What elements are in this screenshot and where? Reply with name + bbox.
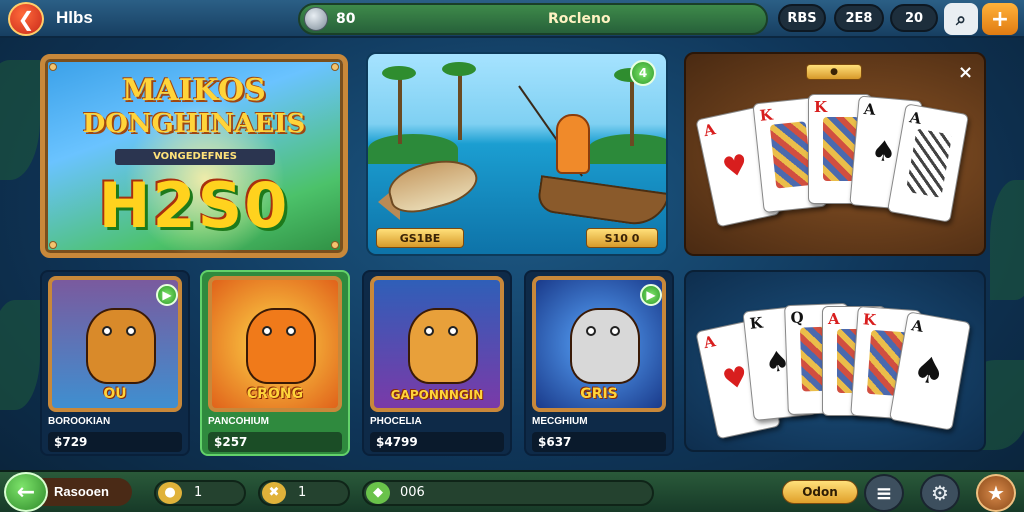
counter-value: 1 (194, 485, 203, 500)
wooden-boat (536, 175, 666, 229)
card-game-panel-bottom[interactable]: A ♥ K ♠ Q A K A ♠ (684, 270, 986, 452)
silver-coin-icon (304, 7, 328, 31)
game-tile-art-title: CRONG (246, 386, 304, 402)
fishing-game-panel[interactable]: 4 GS1BE S10 0 (366, 52, 668, 256)
play-badge-icon: ▶ (156, 284, 178, 306)
character-eye (424, 326, 434, 336)
card-game-panel-top[interactable]: ● × A ♥ K K A ♠ A (684, 52, 986, 256)
frame-nail (49, 241, 57, 249)
coin-stack-icon: ● (158, 482, 182, 504)
stat-pill-1[interactable]: RBS (778, 4, 826, 32)
game-tile-name: PANCOHIUM (208, 416, 269, 427)
game-tile-art-title: GAPONNNGIN (390, 388, 484, 402)
top-bar: ❮ Hlbs 80 Rocleno RBS 2E8 20 ⌕ + (0, 0, 1024, 38)
jungle-leaf-decoration (990, 180, 1024, 300)
back-arrow-icon[interactable]: ❮ (8, 2, 44, 36)
frame-nail (49, 63, 57, 71)
search-icon[interactable]: ⌕ (944, 3, 978, 35)
game-tile[interactable]: GAPONNNGIN PHOCELIA $4799 (362, 270, 512, 456)
game-tile[interactable]: ▶ GRIS MECGHIUM $637 (524, 270, 674, 456)
palm-trunk (630, 76, 634, 146)
fishing-tag-right[interactable]: S10 0 (586, 228, 658, 248)
game-character (246, 308, 316, 384)
game-tile-name: BOROOKIAN (48, 416, 111, 427)
game-tile-art: CRONG (208, 276, 342, 412)
play-badge-icon: ▶ (640, 284, 662, 306)
frame-nail (331, 63, 339, 71)
level-badge: 4 (630, 60, 656, 86)
equalizer-icon[interactable]: ≡ (864, 474, 904, 512)
character-eye (126, 326, 136, 336)
stat-pill-2[interactable]: 2E8 (834, 4, 884, 32)
character-eye (286, 326, 296, 336)
crossed-tools-icon: ✖ (262, 482, 286, 504)
palm-leaves (382, 66, 416, 80)
character-eye (448, 326, 458, 336)
featured-game-banner[interactable]: MAIKOS DONGHINAEIS VONGEDEFNES H2S0 (40, 54, 348, 258)
gold-action-button[interactable]: Odon (782, 480, 858, 504)
fisher-character (556, 114, 590, 174)
game-tile[interactable]: ▶ OU BOROOKIAN $729 (40, 270, 190, 456)
counter-pill-2[interactable]: ✖ 1 (258, 480, 350, 506)
game-tile-price: $4799 (370, 432, 504, 452)
banner-title-line2: DONGHINAEIS (82, 109, 306, 139)
counter-value: 006 (400, 485, 425, 500)
palm-trunk (398, 74, 402, 144)
palm-leaves (442, 62, 476, 76)
frame-nail (331, 241, 339, 249)
game-character (408, 308, 478, 384)
island-shore (588, 134, 666, 164)
game-tile-art: GAPONNNGIN (370, 276, 504, 412)
gear-icon[interactable]: ⚙ (920, 474, 960, 512)
game-character (86, 308, 156, 384)
star-icon[interactable]: ★ (976, 474, 1016, 512)
banner-subtitle: VONGEDEFNES (115, 149, 275, 165)
game-tile-price: $637 (532, 432, 666, 452)
back-button-label[interactable]: Rasooen (40, 478, 132, 506)
game-tile-name: PHOCELIA (370, 416, 422, 427)
stat-pill-3[interactable]: 20 (890, 4, 938, 32)
counter-pill-3[interactable]: ◆ 006 (362, 480, 654, 506)
game-tile-price: $257 (208, 432, 342, 452)
character-eye (102, 326, 112, 336)
gold-chip-icon: ● (806, 64, 862, 80)
game-character (570, 308, 640, 384)
counter-pill-1[interactable]: ● 1 (154, 480, 246, 506)
game-tile-art: ▶ OU (48, 276, 182, 412)
palm-trunk (458, 70, 462, 140)
counter-value: 1 (298, 485, 307, 500)
app-title: Hlbs (56, 8, 93, 27)
game-tile-art-title: GRIS (580, 386, 618, 402)
game-tile-name: MECGHIUM (532, 416, 588, 427)
game-tile-selected[interactable]: CRONG PANCOHIUM $257 (200, 270, 350, 456)
coin-balance: 80 (336, 11, 356, 27)
game-tile-art-title: OU (103, 386, 127, 402)
character-eye (610, 326, 620, 336)
plus-icon[interactable]: + (982, 3, 1018, 35)
close-icon[interactable]: × (958, 62, 973, 83)
game-tile-price: $729 (48, 432, 182, 452)
fishing-tag-left[interactable]: GS1BE (376, 228, 464, 248)
game-tile-art: ▶ GRIS (532, 276, 666, 412)
jungle-leaf-decoration (0, 60, 40, 180)
character-eye (586, 326, 596, 336)
banner-big-text: H2S0 (98, 169, 290, 242)
jungle-leaf-decoration (0, 300, 40, 410)
character-eye (262, 326, 272, 336)
back-arrow-icon[interactable]: ← (4, 472, 48, 512)
banner-title-line1: MAIKOS (122, 73, 266, 108)
gem-icon: ◆ (366, 482, 390, 504)
top-status-bar: 80 Rocleno (298, 3, 768, 35)
lobby-title: Rocleno (548, 11, 611, 27)
bottom-bar: Rasooen ← ● 1 ✖ 1 ◆ 006 Odon ≡ ⚙ ★ (0, 470, 1024, 512)
